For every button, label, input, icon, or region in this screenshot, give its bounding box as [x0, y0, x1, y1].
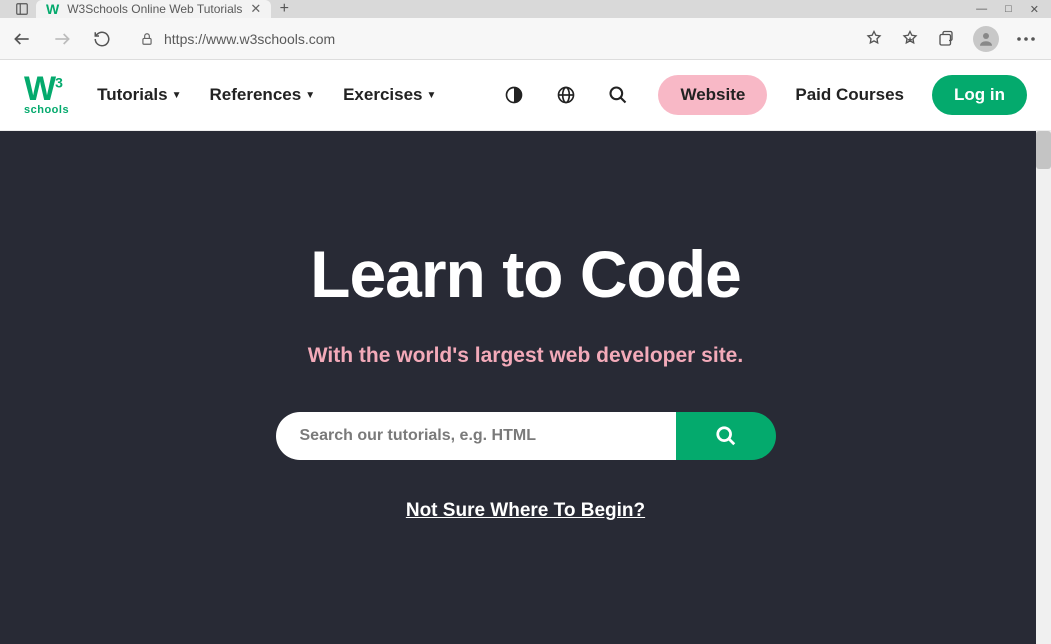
forward-button[interactable]: [50, 27, 74, 51]
logo-mark: W3: [24, 74, 62, 105]
website-label: Website: [680, 85, 745, 104]
url-text: https://www.w3schools.com: [164, 31, 335, 47]
tab-favicon-icon: W: [46, 1, 59, 17]
profile-icon[interactable]: [973, 26, 999, 52]
address-bar-row: https://www.w3schools.com: [0, 18, 1051, 60]
tab-close-icon[interactable]: ✕: [250, 1, 261, 17]
refresh-button[interactable]: [90, 27, 114, 51]
nav-exercises-label: Exercises: [343, 85, 422, 105]
hero: Learn to Code With the world's largest w…: [0, 131, 1051, 644]
minimize-icon[interactable]: —: [976, 3, 987, 16]
nav-references[interactable]: References ▼: [210, 85, 316, 105]
maximize-icon[interactable]: □: [1005, 3, 1012, 16]
nav-exercises[interactable]: Exercises ▼: [343, 85, 436, 105]
chevron-down-icon: ▼: [305, 90, 315, 101]
tab-title: W3Schools Online Web Tutorials: [67, 2, 242, 16]
close-window-icon[interactable]: ✕: [1030, 3, 1039, 16]
theme-toggle-icon[interactable]: [502, 83, 526, 107]
favorites-icon[interactable]: [901, 30, 919, 48]
hero-search-input[interactable]: [276, 412, 676, 460]
begin-link[interactable]: Not Sure Where To Begin?: [406, 500, 645, 522]
collections-icon[interactable]: [937, 30, 955, 48]
browser-tab[interactable]: W W3Schools Online Web Tutorials ✕: [36, 0, 271, 18]
hero-title: Learn to Code: [310, 236, 741, 312]
scrollbar-thumb[interactable]: [1036, 131, 1051, 169]
website-button[interactable]: Website: [658, 75, 767, 115]
login-label: Log in: [954, 85, 1005, 104]
logo[interactable]: W3 schools: [24, 74, 69, 116]
browser-chrome: W W3Schools Online Web Tutorials ✕ + — □…: [0, 0, 1051, 60]
nav-references-label: References: [210, 85, 302, 105]
paid-courses-label: Paid Courses: [795, 85, 904, 104]
globe-icon[interactable]: [554, 83, 578, 107]
login-button[interactable]: Log in: [932, 75, 1027, 115]
tab-strip: W W3Schools Online Web Tutorials ✕ + — □…: [0, 0, 1051, 18]
paid-courses-link[interactable]: Paid Courses: [795, 85, 904, 105]
nav-tutorials-label: Tutorials: [97, 85, 168, 105]
scrollbar[interactable]: [1036, 131, 1051, 644]
chevron-down-icon: ▼: [172, 90, 182, 101]
hero-search-button[interactable]: [676, 412, 776, 460]
logo-subtext: schools: [24, 106, 69, 116]
tab-sidebar-icon[interactable]: [8, 2, 36, 16]
hero-subtitle: With the world's largest web developer s…: [308, 344, 743, 368]
back-button[interactable]: [10, 27, 34, 51]
hero-search: [276, 412, 776, 460]
nav-search-icon[interactable]: [606, 83, 630, 107]
window-controls: — □ ✕: [976, 3, 1051, 16]
chevron-down-icon: ▼: [427, 90, 437, 101]
lock-icon: [140, 32, 154, 46]
address-bar[interactable]: https://www.w3schools.com: [130, 24, 849, 54]
shopping-icon[interactable]: [865, 30, 883, 48]
nav-tutorials[interactable]: Tutorials ▼: [97, 85, 181, 105]
site-nav: W3 schools Tutorials ▼ References ▼ Exer…: [0, 60, 1051, 131]
new-tab-button[interactable]: +: [271, 0, 297, 18]
more-icon[interactable]: [1017, 37, 1035, 41]
